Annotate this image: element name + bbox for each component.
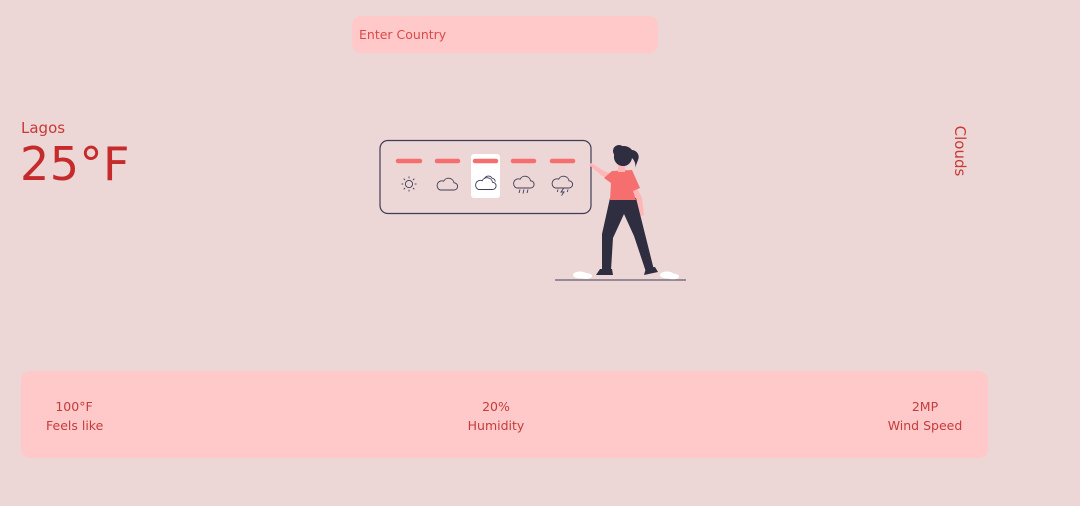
rain-icon: [513, 175, 535, 194]
weather-illustration: [379, 139, 686, 281]
humidity-stat: 20% Humidity: [467, 397, 525, 435]
weather-stats-panel: 100°F Feels like 20% Humidity 2MP Wind S…: [21, 371, 988, 458]
wind-speed-label: Wind Speed: [887, 418, 963, 433]
sun-icon: [401, 176, 417, 192]
wind-speed-value: 2MP: [911, 399, 939, 414]
humidity-label: Humidity: [467, 418, 525, 433]
humidity-value: 20%: [482, 399, 510, 414]
cloud-icon: [436, 177, 459, 191]
woman-figure: [555, 145, 686, 281]
city-name: Lagos: [21, 119, 66, 137]
feels-like-stat: 100°F Feels like: [46, 397, 104, 435]
temperature-value: 25°F: [20, 137, 130, 191]
country-search-input[interactable]: [352, 16, 658, 53]
feels-like-label: Feels like: [46, 418, 104, 433]
weather-condition: Clouds: [951, 125, 969, 177]
feels-like-value: 100°F: [55, 399, 93, 414]
wind-speed-stat: 2MP Wind Speed: [887, 397, 963, 435]
thunderstorm-icon: [551, 175, 574, 196]
